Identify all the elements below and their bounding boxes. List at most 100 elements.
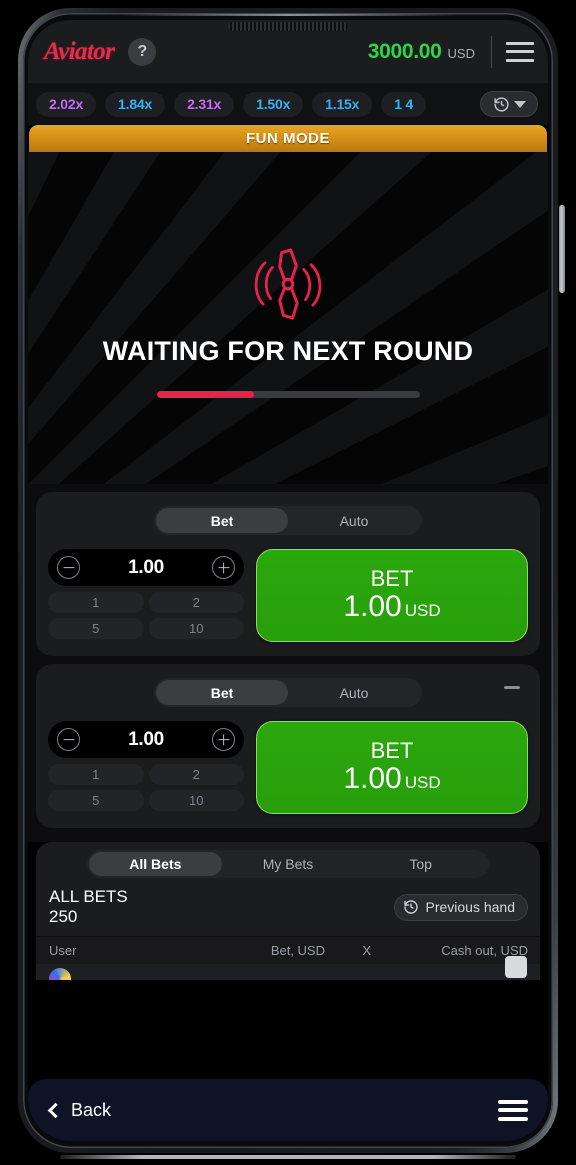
bet-mode-toggle-2: Bet Auto bbox=[154, 678, 422, 707]
multiplier-value: 1.50x bbox=[256, 96, 291, 112]
remove-panel-button-2[interactable] bbox=[504, 686, 520, 689]
tab-auto-2[interactable]: Auto bbox=[288, 680, 420, 705]
hamburger-menu-icon[interactable] bbox=[506, 41, 534, 62]
chevron-down-icon bbox=[513, 100, 526, 108]
power-button[interactable] bbox=[559, 205, 565, 293]
tab-all-bets[interactable]: All Bets bbox=[89, 852, 222, 876]
multiplier-chip[interactable]: 2.31x bbox=[174, 91, 235, 117]
bet-button-currency-1: USD bbox=[404, 600, 441, 620]
quick-amount-chip[interactable]: 2 bbox=[148, 592, 244, 613]
column-cashout: Cash out, USD bbox=[441, 943, 528, 959]
bet-amount-stepper-1: 1.00 bbox=[48, 549, 244, 586]
all-bets-label: ALL BETS bbox=[49, 887, 128, 906]
header-right: 3000.00 USD bbox=[367, 35, 534, 68]
quick-amounts-2: 1 2 5 10 bbox=[48, 764, 244, 811]
multiplier-chip[interactable]: 1 4 bbox=[381, 91, 427, 117]
place-bet-button-2[interactable]: BET 1.00 USD bbox=[256, 721, 528, 814]
multiplier-chip[interactable]: 1.50x bbox=[243, 91, 304, 117]
fun-mode-banner: FUN MODE bbox=[29, 125, 547, 152]
clock-history-icon bbox=[493, 96, 509, 112]
plus-circle-icon[interactable] bbox=[212, 728, 235, 751]
multiplier-chip[interactable]: 1.84x bbox=[105, 91, 166, 117]
chevron-left-icon bbox=[47, 1102, 64, 1118]
bets-tabs: All Bets My Bets Top bbox=[87, 850, 489, 878]
bet-button-currency-2: USD bbox=[404, 772, 441, 792]
quick-amount-chip[interactable]: 10 bbox=[148, 790, 244, 811]
phone-bottom-edge bbox=[60, 1155, 516, 1159]
propeller-icon bbox=[254, 248, 322, 320]
bet-button-title-2: BET bbox=[370, 737, 414, 763]
bets-table-header: User Bet, USD X Cash out, USD bbox=[36, 936, 540, 965]
back-label: Back bbox=[71, 1099, 112, 1120]
multiplier-history-bar: 2.02x 1.84x 2.31x 1.50x 1.15x 1 4 bbox=[28, 83, 548, 125]
bet-mode-toggle-1: Bet Auto bbox=[154, 506, 422, 535]
multiplier-chip[interactable]: 1.15x bbox=[312, 91, 373, 117]
multiplier-value: 1.15x bbox=[325, 96, 360, 112]
bet-button-title-1: BET bbox=[370, 565, 414, 591]
bet-amount-column-2: 1.00 1 2 5 10 bbox=[48, 721, 244, 811]
table-row[interactable] bbox=[36, 964, 540, 980]
all-bets-header: ALL BETS 250 Previous hand bbox=[36, 878, 540, 936]
phone-mockup: Aviator ? 3000.00 USD 2.02x 1.84x 2.31x 1… bbox=[0, 0, 576, 1165]
round-progress-bar bbox=[156, 391, 420, 398]
balance-value: 3000.00 bbox=[367, 39, 442, 63]
tab-bet-2[interactable]: Bet bbox=[156, 680, 288, 705]
aviator-logo: Aviator bbox=[44, 37, 115, 65]
column-multiplier: X bbox=[362, 943, 371, 959]
bet-button-amount-value-1: 1.00 bbox=[343, 589, 402, 623]
game-status-group: WAITING FOR NEXT ROUND bbox=[28, 152, 548, 484]
phone-screen: Aviator ? 3000.00 USD 2.02x 1.84x 2.31x 1… bbox=[28, 20, 548, 1141]
quick-amount-chip[interactable]: 5 bbox=[48, 618, 144, 639]
waiting-status-text: WAITING FOR NEXT ROUND bbox=[102, 336, 474, 366]
multiplier-value: 2.02x bbox=[49, 96, 84, 112]
bet-panel-2: Bet Auto 1.00 1 2 5 10 BET 1.00 USD bbox=[36, 664, 540, 828]
tab-bet-1[interactable]: Bet bbox=[156, 508, 288, 533]
quick-amounts-1: 1 2 5 10 bbox=[48, 592, 244, 639]
previous-hand-label: Previous hand bbox=[425, 899, 515, 916]
tab-my-bets[interactable]: My Bets bbox=[222, 852, 355, 876]
tab-top[interactable]: Top bbox=[354, 852, 487, 876]
bets-section: All Bets My Bets Top ALL BETS 250 Previo… bbox=[36, 842, 540, 980]
place-bet-button-1[interactable]: BET 1.00 USD bbox=[256, 549, 528, 642]
earpiece-speaker bbox=[228, 22, 348, 31]
multiplier-value: 1.84x bbox=[118, 96, 153, 112]
balance-currency: USD bbox=[447, 45, 475, 61]
multiplier-chip[interactable]: 2.02x bbox=[36, 91, 97, 117]
quick-amount-chip[interactable]: 5 bbox=[48, 790, 144, 811]
all-bets-count: 250 bbox=[49, 907, 78, 927]
bet-amount-value-1[interactable]: 1.00 bbox=[128, 557, 164, 579]
bet-button-amount-value-2: 1.00 bbox=[343, 761, 402, 795]
tab-auto-1[interactable]: Auto bbox=[288, 508, 420, 533]
avatar bbox=[49, 968, 71, 980]
bottom-navigation: Back bbox=[28, 1079, 548, 1141]
bet-amount-column-1: 1.00 1 2 5 10 bbox=[48, 549, 244, 639]
previous-hand-button[interactable]: Previous hand bbox=[394, 893, 528, 921]
bet-panel-row-2: 1.00 1 2 5 10 BET 1.00 USD bbox=[48, 721, 528, 814]
quick-amount-chip[interactable]: 10 bbox=[148, 618, 244, 639]
quick-amount-chip[interactable]: 1 bbox=[48, 764, 144, 785]
quick-amount-chip[interactable]: 2 bbox=[148, 764, 244, 785]
header-divider bbox=[491, 35, 492, 68]
bet-panels: Bet Auto 1.00 1 2 5 10 BET 1.00 USD Bet … bbox=[28, 484, 548, 842]
clock-history-icon bbox=[404, 900, 419, 914]
bet-button-amount-1: 1.00 USD bbox=[343, 590, 440, 625]
bet-button-amount-2: 1.00 USD bbox=[343, 762, 440, 797]
minus-circle-icon[interactable] bbox=[57, 728, 80, 751]
row-badge bbox=[505, 956, 527, 978]
minus-circle-icon[interactable] bbox=[57, 556, 80, 579]
question-mark-icon[interactable]: ? bbox=[128, 37, 157, 66]
earpiece-line bbox=[120, 14, 460, 16]
bet-panel-row-1: 1.00 1 2 5 10 BET 1.00 USD bbox=[48, 549, 528, 642]
hamburger-menu-icon[interactable] bbox=[498, 1099, 528, 1121]
history-toggle-button[interactable] bbox=[480, 91, 538, 117]
column-user: User bbox=[49, 943, 77, 959]
bet-panel-1: Bet Auto 1.00 1 2 5 10 BET 1.00 USD bbox=[36, 492, 540, 656]
quick-amount-chip[interactable]: 1 bbox=[48, 592, 144, 613]
bet-amount-stepper-2: 1.00 bbox=[48, 721, 244, 758]
multiplier-value: 1 4 bbox=[394, 96, 414, 112]
plus-circle-icon[interactable] bbox=[212, 556, 235, 579]
multiplier-value: 2.31x bbox=[187, 96, 222, 112]
game-canvas: WAITING FOR NEXT ROUND bbox=[28, 152, 548, 484]
back-button[interactable]: Back bbox=[47, 1099, 112, 1121]
bet-amount-value-2[interactable]: 1.00 bbox=[128, 729, 164, 751]
